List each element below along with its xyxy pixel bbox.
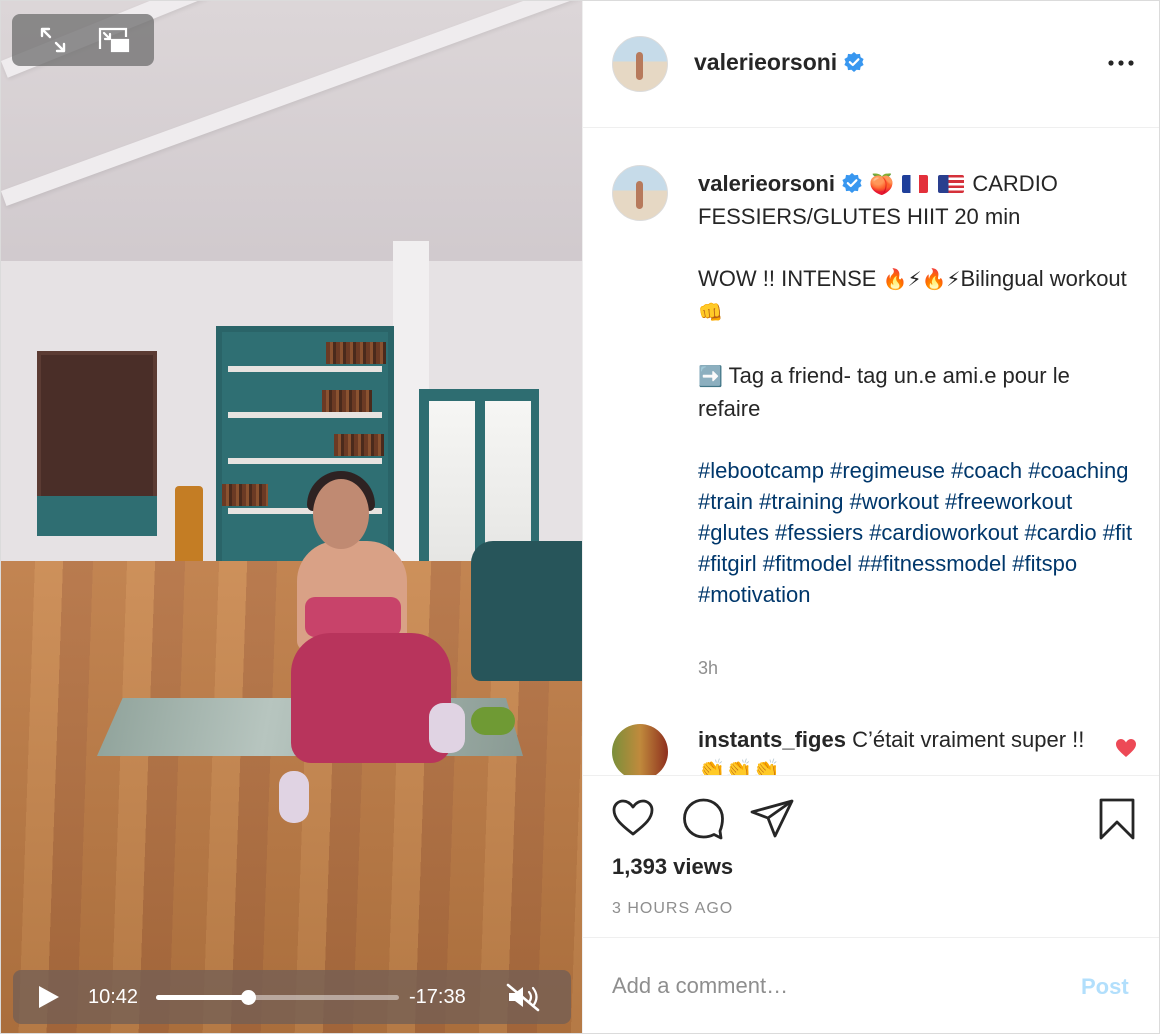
- like-heart-icon[interactable]: [610, 796, 656, 842]
- post-timestamp[interactable]: 3 HOURS AGO: [612, 900, 733, 918]
- avatar[interactable]: [612, 36, 668, 92]
- france-flag-icon: [902, 175, 929, 193]
- view-count[interactable]: 1,393 views: [612, 854, 733, 880]
- post-side-panel: valerieorsoni valerieorsoni 🍑 CARDIO FES…: [582, 1, 1159, 1033]
- picture-in-picture-icon[interactable]: [97, 23, 131, 57]
- usa-flag-icon: [938, 175, 965, 193]
- current-time: 10:42: [88, 986, 139, 1008]
- muted-speaker-icon[interactable]: [505, 982, 545, 1012]
- add-comment-bar: Post: [583, 937, 1159, 1033]
- verified-badge-icon: [844, 52, 864, 72]
- play-icon[interactable]: [35, 984, 61, 1010]
- post-dialog: 10:42 -17:38 valerieorsoni valerieorsoni…: [0, 0, 1160, 1034]
- video-player[interactable]: 10:42 -17:38: [1, 1, 582, 1033]
- seek-bar[interactable]: [156, 990, 399, 1005]
- verified-badge-icon: [842, 173, 862, 193]
- caption-hashtags[interactable]: #lebootcamp #regimeuse #coach #coaching …: [698, 455, 1138, 610]
- save-bookmark-icon[interactable]: [1094, 796, 1140, 842]
- comment-liked-heart-icon[interactable]: [1115, 738, 1137, 763]
- comment-bubble-icon[interactable]: [680, 796, 726, 842]
- video-controls: 10:42 -17:38: [13, 970, 571, 1024]
- post-actions: 1,393 views 3 HOURS AGO: [583, 775, 1159, 937]
- comment-username[interactable]: instants_figes: [698, 727, 846, 752]
- fullscreen-icon[interactable]: [36, 23, 70, 57]
- comments-list[interactable]: valerieorsoni 🍑 CARDIO FESSIERS/GLUTES H…: [583, 128, 1159, 775]
- fire-emoji-icon: 🔥⚡🔥⚡: [882, 269, 961, 291]
- video-top-controls: [12, 14, 154, 66]
- caption-intro: WOW !! INTENSE: [698, 266, 877, 291]
- video-frame: [1, 1, 582, 1033]
- caption-username[interactable]: valerieorsoni: [698, 171, 835, 196]
- share-paper-plane-icon[interactable]: [749, 796, 795, 842]
- comment-item: instants_figes C’était vraiment super !!…: [698, 724, 1098, 775]
- seek-handle[interactable]: [241, 990, 257, 1005]
- comment-input[interactable]: [612, 966, 1052, 1006]
- seek-bar-progress: [156, 995, 249, 1000]
- caption-bilingual: Bilingual workout: [960, 266, 1127, 291]
- commenter-avatar[interactable]: [612, 724, 668, 775]
- post-header: valerieorsoni: [583, 1, 1159, 128]
- caption-avatar[interactable]: [612, 165, 668, 221]
- post-caption: valerieorsoni 🍑 CARDIO FESSIERS/GLUTES H…: [698, 168, 1138, 641]
- caption-timestamp[interactable]: 3h: [698, 658, 718, 679]
- remaining-time: -17:38: [409, 986, 466, 1008]
- caption-tag-friend: Tag a friend- tag un.e ami.e pour le ref…: [698, 363, 1070, 421]
- arrow-right-emoji-icon: ➡️: [698, 366, 723, 388]
- peach-emoji-icon: 🍑: [869, 174, 894, 196]
- post-comment-button[interactable]: Post: [1081, 974, 1129, 1000]
- more-options-icon[interactable]: [1106, 53, 1136, 73]
- fist-emoji-icon: 👊: [698, 302, 723, 324]
- header-username[interactable]: valerieorsoni: [694, 49, 865, 76]
